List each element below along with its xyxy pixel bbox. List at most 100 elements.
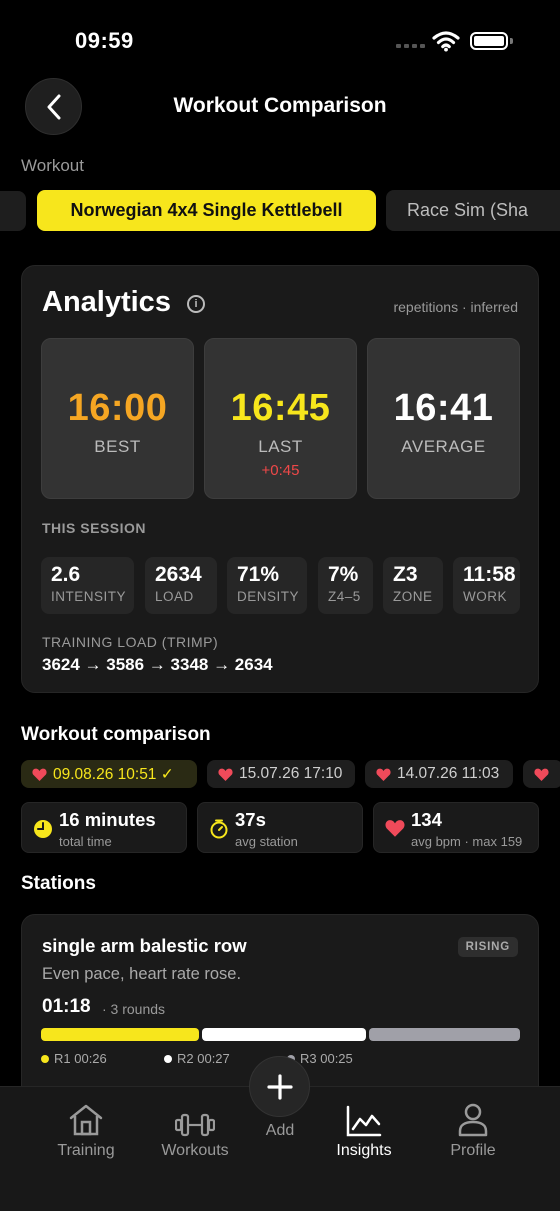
status-bar: 09:59 <box>0 0 560 80</box>
info-icon[interactable]: i <box>187 295 205 313</box>
trimp-label: TRAINING LOAD (TRIMP) <box>42 634 219 650</box>
metric-density: 71% DENSITY <box>227 557 307 614</box>
timer-icon <box>210 819 228 839</box>
round-bar-3 <box>369 1028 520 1041</box>
metric-value: 2634 <box>155 563 202 586</box>
stat-average-label: AVERAGE <box>401 437 486 456</box>
page-title: Workout Comparison <box>173 94 387 117</box>
plus-icon <box>266 1073 293 1100</box>
person-icon <box>458 1103 488 1137</box>
summary-avg-bpm: 134 avg bpm · max 159 <box>373 802 539 853</box>
dumbbell-icon <box>175 1113 215 1137</box>
station-name: single arm balestic row <box>42 935 247 956</box>
heart-icon <box>32 768 47 781</box>
date-chip[interactable]: 14.07.26 11:03 <box>365 760 513 788</box>
summary-sub: avg station <box>235 834 298 849</box>
stat-average: 16:41 AVERAGE <box>367 338 520 499</box>
add-label: Add <box>265 1122 295 1139</box>
heart-icon <box>385 820 405 837</box>
stations-heading: Stations <box>21 873 96 894</box>
tab-label: Training <box>57 1142 115 1159</box>
metric-value: 7% <box>328 563 359 586</box>
round-label-text: R1 00:26 <box>54 1051 107 1066</box>
analytics-title: Analytics <box>42 286 171 318</box>
stat-best-value: 16:00 <box>67 387 168 429</box>
metric-label: Z4–5 <box>328 589 361 604</box>
metric-value: 11:58 <box>463 563 516 586</box>
stat-last-delta: +0:45 <box>261 462 300 479</box>
heart-icon <box>534 768 549 781</box>
date-chip-selected[interactable]: 09.08.26 10:51 ✓ <box>21 760 197 788</box>
wifi-icon <box>432 31 460 52</box>
clock-icon <box>34 820 52 838</box>
round-label-2: R2 00:27 <box>164 1051 230 1066</box>
tab-insights[interactable]: Insights <box>309 1101 419 1160</box>
analytics-meta: repetitions · inferred <box>393 299 518 315</box>
comparison-heading: Workout comparison <box>21 724 211 745</box>
stat-best-label: BEST <box>94 437 141 456</box>
session-label: THIS SESSION <box>42 520 147 536</box>
round-label-1: R1 00:26 <box>41 1051 107 1066</box>
analytics-card: Analytics i repetitions · inferred 16:00… <box>21 265 539 693</box>
stat-average-value: 16:41 <box>393 387 494 429</box>
station-description: Even pace, heart rate rose. <box>42 965 242 983</box>
metric-label: LOAD <box>155 589 194 604</box>
tab-label: Profile <box>450 1142 496 1159</box>
workout-chip-previous[interactable] <box>0 191 26 231</box>
metric-value: Z3 <box>393 563 418 586</box>
metric-zone: Z3 ZONE <box>383 557 443 614</box>
cellular-signal-icon <box>396 44 425 48</box>
round-bar-1 <box>41 1028 199 1041</box>
metric-work: 11:58 WORK <box>453 557 520 614</box>
date-chip-partial[interactable] <box>523 760 560 788</box>
metric-label: DENSITY <box>237 589 300 604</box>
round-bar-2 <box>202 1028 366 1041</box>
metric-label: WORK <box>463 589 507 604</box>
summary-value: 134 <box>411 809 442 830</box>
metric-value: 2.6 <box>51 563 81 586</box>
workout-chip-row: Norwegian 4x4 Single Kettlebell Race Sim… <box>0 190 560 232</box>
workout-section-label: Workout <box>21 156 84 175</box>
tab-workouts[interactable]: Workouts <box>140 1101 250 1160</box>
metric-label: INTENSITY <box>51 589 127 604</box>
summary-avg-station: 37s avg station <box>197 802 363 853</box>
heart-icon <box>218 768 233 781</box>
stat-best: 16:00 BEST <box>41 338 194 499</box>
add-button[interactable] <box>249 1056 310 1117</box>
tab-training[interactable]: Training <box>31 1101 141 1160</box>
house-icon <box>69 1104 103 1136</box>
metric-intensity: 2.6 INTENSITY <box>41 557 134 614</box>
round-dot <box>41 1054 49 1063</box>
metric-load: 2634 LOAD <box>145 557 217 614</box>
tab-profile[interactable]: Profile <box>418 1101 528 1160</box>
date-chip[interactable]: 15.07.26 17:10 <box>207 760 355 788</box>
summary-value: 16 minutes <box>59 809 156 830</box>
station-rounds: · 3 rounds <box>102 1001 166 1017</box>
workout-chip[interactable]: Race Sim (Sha <box>386 190 560 231</box>
metric-label: ZONE <box>393 589 433 604</box>
status-time: 09:59 <box>75 28 134 53</box>
summary-value: 37s <box>235 809 266 830</box>
stat-last: 16:45 LAST +0:45 <box>204 338 357 499</box>
stat-last-label: LAST <box>258 437 303 456</box>
tab-label: Insights <box>336 1142 392 1159</box>
date-chip-label: 14.07.26 11:03 <box>397 765 500 782</box>
round-label-text: R2 00:27 <box>177 1051 230 1066</box>
status-badge: RISING <box>457 937 518 957</box>
battery-icon <box>470 32 508 50</box>
trimp-values: 3624 → 3586 → 3348 → 2634 <box>42 655 273 674</box>
stat-last-value: 16:45 <box>230 387 331 429</box>
chart-icon <box>346 1105 382 1137</box>
date-chip-label: 09.08.26 10:51 ✓ <box>53 765 174 783</box>
heart-icon <box>376 768 391 781</box>
summary-sub: total time <box>59 834 112 849</box>
tab-label: Workouts <box>161 1142 229 1159</box>
round-label-text: R3 00:25 <box>300 1051 353 1066</box>
summary-sub: avg bpm · max 159 <box>411 834 523 849</box>
station-time: 01:18 <box>42 996 91 1017</box>
metric-z45: 7% Z4–5 <box>318 557 373 614</box>
date-chip-label: 15.07.26 17:10 <box>239 765 343 782</box>
round-dot <box>164 1054 172 1063</box>
workout-chip-selected[interactable]: Norwegian 4x4 Single Kettlebell <box>37 190 376 231</box>
metric-value: 71% <box>237 563 280 586</box>
